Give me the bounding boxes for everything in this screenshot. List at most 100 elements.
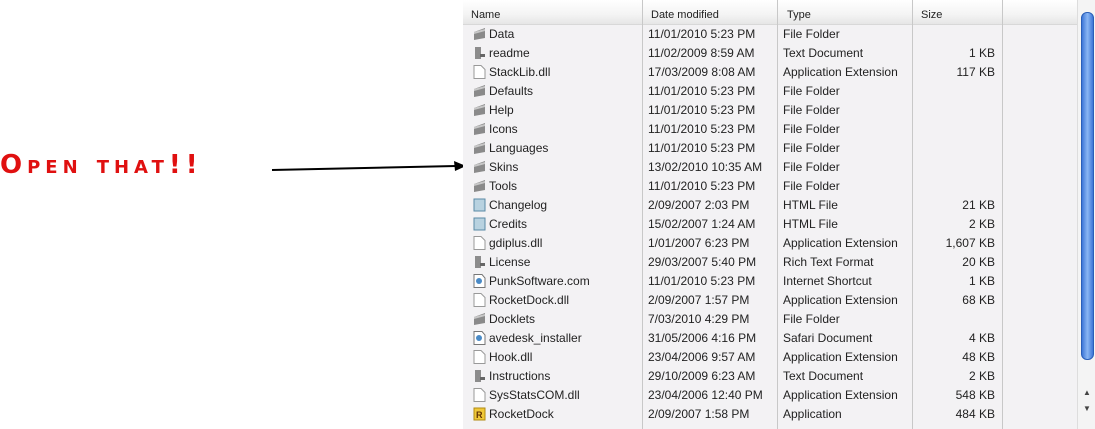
file-name: Changelog — [489, 198, 548, 212]
file-date: 7/03/2010 4:29 PM — [648, 312, 750, 326]
file-row[interactable]: SysStatsCOM.dll 23/04/2006 12:40 PM Appl… — [463, 385, 1077, 404]
file-type: File Folder — [783, 179, 840, 193]
file-name: PunkSoftware.com — [489, 274, 590, 288]
file-date: 29/10/2009 6:23 AM — [648, 369, 756, 383]
file-type: File Folder — [783, 103, 840, 117]
file-row[interactable]: License 29/03/2007 5:40 PM Rich Text For… — [463, 252, 1077, 271]
file-row[interactable]: R RocketDock 2/09/2007 1:58 PM Applicati… — [463, 404, 1077, 423]
svg-text:R: R — [476, 410, 483, 420]
file-type: Text Document — [783, 369, 864, 383]
file-date: 11/01/2010 5:23 PM — [648, 103, 756, 117]
file-name: Instructions — [489, 369, 551, 383]
html-icon — [473, 198, 486, 212]
scroll-up-button[interactable]: ▲ — [1080, 388, 1094, 402]
file-row[interactable]: Data 11/01/2010 5:23 PM File Folder — [463, 24, 1077, 43]
file-date: 2/09/2007 2:03 PM — [648, 198, 750, 212]
file-name: Icons — [489, 122, 518, 136]
file-name: Docklets — [489, 312, 536, 326]
file-size: 484 KB — [955, 407, 995, 421]
file-size: 4 KB — [968, 331, 995, 345]
file-row[interactable]: StackLib.dll 17/03/2009 8:08 AM Applicat… — [463, 62, 1077, 81]
column-header-name[interactable]: Name — [471, 9, 500, 21]
file-name: readme — [489, 46, 530, 60]
column-header-type[interactable]: Type — [787, 9, 811, 21]
file-row[interactable]: Changelog 2/09/2007 2:03 PM HTML File 21… — [463, 195, 1077, 214]
file-type: HTML File — [783, 198, 838, 212]
file-size: 1,607 KB — [945, 236, 995, 250]
file-icon — [473, 350, 486, 364]
arrow-annotation — [271, 161, 466, 171]
file-list: Name Date modified Type Size Data 11/01/… — [463, 0, 1095, 429]
file-row[interactable]: Skins 13/02/2010 10:35 AM File Folder — [463, 157, 1077, 176]
file-row[interactable]: Defaults 11/01/2010 5:23 PM File Folder — [463, 81, 1077, 100]
html-icon — [473, 217, 486, 231]
file-date: 15/02/2007 1:24 AM — [648, 217, 756, 231]
vertical-scrollbar[interactable]: ▲ ▼ — [1077, 0, 1095, 429]
file-size: 20 KB — [962, 255, 995, 269]
file-row[interactable]: Credits 15/02/2007 1:24 AM HTML File 2 K… — [463, 214, 1077, 233]
file-size: 1 KB — [968, 274, 995, 288]
file-date: 2/09/2007 1:57 PM — [648, 293, 750, 307]
file-row[interactable]: Help 11/01/2010 5:23 PM File Folder — [463, 100, 1077, 119]
file-name: avedesk_installer — [489, 331, 582, 345]
file-name: Tools — [489, 179, 518, 193]
file-type: Application Extension — [783, 293, 898, 307]
folder-icon — [473, 84, 486, 98]
file-name: Credits — [489, 217, 528, 231]
file-size: 548 KB — [955, 388, 995, 402]
scrollbar-thumb[interactable] — [1081, 12, 1094, 360]
file-size: 2 KB — [968, 217, 995, 231]
column-header-bar: Name Date modified Type Size — [463, 0, 1077, 25]
file-date: 11/01/2010 5:23 PM — [648, 274, 756, 288]
file-type: File Folder — [783, 27, 840, 41]
file-row[interactable]: RocketDock.dll 2/09/2007 1:57 PM Applica… — [463, 290, 1077, 309]
file-icon — [473, 236, 486, 250]
link-icon — [473, 274, 486, 288]
file-type: File Folder — [783, 312, 840, 326]
file-icon — [473, 388, 486, 402]
file-type: File Folder — [783, 122, 840, 136]
file-row[interactable]: Docklets 7/03/2010 4:29 PM File Folder — [463, 309, 1077, 328]
folder-icon — [473, 160, 486, 174]
file-row[interactable]: Tools 11/01/2010 5:23 PM File Folder — [463, 176, 1077, 195]
link-icon — [473, 331, 486, 345]
file-name: Skins — [489, 160, 519, 174]
text-icon — [473, 255, 486, 269]
file-date: 11/01/2010 5:23 PM — [648, 27, 756, 41]
text-icon — [473, 369, 486, 383]
file-row[interactable]: Languages 11/01/2010 5:23 PM File Folder — [463, 138, 1077, 157]
file-size: 1 KB — [968, 46, 995, 60]
file-row[interactable]: Hook.dll 23/04/2006 9:57 AM Application … — [463, 347, 1077, 366]
file-type: Text Document — [783, 46, 864, 60]
scroll-down-button[interactable]: ▼ — [1080, 404, 1094, 418]
file-type: Application Extension — [783, 236, 898, 250]
file-icon — [473, 65, 486, 79]
file-name: SysStatsCOM.dll — [489, 388, 580, 402]
file-row[interactable]: Instructions 29/10/2009 6:23 AM Text Doc… — [463, 366, 1077, 385]
file-row[interactable]: readme 11/02/2009 8:59 AM Text Document … — [463, 43, 1077, 62]
file-name: StackLib.dll — [489, 65, 551, 79]
file-size: 2 KB — [968, 369, 995, 383]
folder-icon — [473, 103, 486, 117]
file-name: RocketDock — [489, 407, 554, 421]
file-date: 2/09/2007 1:58 PM — [648, 407, 750, 421]
file-name: Data — [489, 27, 515, 41]
file-date: 29/03/2007 5:40 PM — [648, 255, 757, 269]
file-row[interactable]: Icons 11/01/2010 5:23 PM File Folder — [463, 119, 1077, 138]
file-name: gdiplus.dll — [489, 236, 543, 250]
file-size: 117 KB — [956, 65, 995, 79]
file-date: 31/05/2006 4:16 PM — [648, 331, 757, 345]
column-header-size[interactable]: Size — [921, 9, 942, 21]
file-row[interactable]: PunkSoftware.com 11/01/2010 5:23 PM Inte… — [463, 271, 1077, 290]
file-type: HTML File — [783, 217, 838, 231]
file-name: RocketDock.dll — [489, 293, 570, 307]
file-type: File Folder — [783, 84, 840, 98]
file-row[interactable]: gdiplus.dll 1/01/2007 6:23 PM Applicatio… — [463, 233, 1077, 252]
file-type: Application Extension — [783, 388, 898, 402]
file-date: 1/01/2007 6:23 PM — [648, 236, 750, 250]
file-date: 13/02/2010 10:35 AM — [648, 160, 763, 174]
file-type: Safari Document — [783, 331, 873, 345]
file-date: 11/01/2010 5:23 PM — [648, 122, 756, 136]
column-header-date[interactable]: Date modified — [651, 9, 719, 21]
file-row[interactable]: avedesk_installer 31/05/2006 4:16 PM Saf… — [463, 328, 1077, 347]
